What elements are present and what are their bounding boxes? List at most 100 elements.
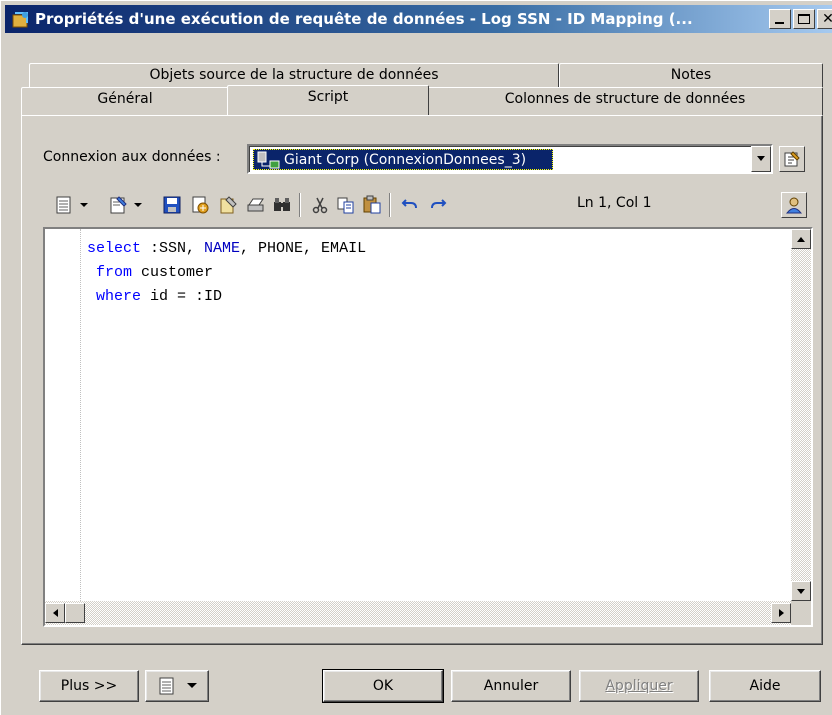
horizontal-scrollbar[interactable] — [45, 601, 791, 625]
connection-select[interactable]: Giant Corp (ConnexionDonnees_3) — [247, 144, 773, 174]
close-button[interactable]: ✕ — [817, 9, 832, 29]
import-icon — [192, 196, 209, 214]
dropdown-arrow-icon — [187, 683, 197, 688]
script-editor[interactable]: select :SSN, NAME, PHONE, EMAIL from cus… — [43, 227, 813, 627]
code-keyword: NAME — [204, 240, 241, 257]
app-icon — [12, 12, 28, 28]
properties-icon — [784, 151, 800, 167]
find-button[interactable] — [269, 192, 295, 218]
code-line[interactable]: from customer — [87, 261, 366, 285]
edit-menu-icon — [159, 677, 174, 695]
print-icon — [247, 198, 264, 212]
code-token: , PHONE, EMAIL — [240, 240, 367, 257]
help-label: Aide — [749, 678, 781, 694]
find-icon — [274, 198, 290, 211]
edit-properties-dropdown[interactable] — [131, 192, 145, 218]
scroll-right-button[interactable] — [771, 603, 791, 623]
tab-objets-source[interactable]: Objets source de la structure de données — [29, 63, 559, 87]
close-icon: ✕ — [822, 11, 832, 27]
arrow-up-icon — [797, 236, 805, 242]
connection-value: Giant Corp (ConnexionDonnees_3) — [284, 152, 527, 168]
dropdown-arrow-icon — [134, 202, 142, 207]
cancel-button[interactable]: Annuler — [451, 670, 571, 702]
scrollbar-corner — [791, 601, 811, 625]
copy-icon — [337, 197, 354, 214]
maximize-icon — [798, 14, 810, 24]
paste-icon — [363, 195, 381, 214]
tab-colonnes[interactable]: Colonnes de structure de données — [427, 87, 823, 115]
cancel-label: Annuler — [483, 678, 539, 694]
paste-button[interactable] — [359, 192, 385, 218]
scroll-left-button[interactable] — [45, 603, 65, 623]
save-button[interactable] — [159, 192, 185, 218]
ok-button[interactable]: OK — [322, 669, 444, 703]
edit-menu-dropdown[interactable] — [77, 192, 91, 218]
code-keyword: from — [96, 264, 133, 281]
undo-icon — [401, 199, 417, 209]
redo-button[interactable] — [425, 192, 451, 218]
connection-dropdown-button[interactable] — [751, 146, 771, 172]
code-keyword: select — [87, 240, 142, 257]
import-button[interactable] — [187, 192, 213, 218]
vertical-scrollbar[interactable] — [791, 229, 811, 601]
print-button[interactable] — [243, 192, 269, 218]
tab-label: Objets source de la structure de données — [149, 67, 439, 83]
maximize-button[interactable] — [793, 9, 815, 29]
window-title: Propriétés d'une exécution de requête de… — [35, 10, 693, 28]
copy-button[interactable] — [333, 192, 359, 218]
user-button[interactable] — [781, 192, 807, 218]
more-button[interactable]: Plus >> — [39, 670, 139, 702]
edit-properties-icon — [110, 196, 127, 214]
title-bar[interactable]: Propriétés d'une exécution de requête de… — [5, 5, 832, 33]
user-icon — [785, 197, 803, 214]
arrow-left-icon — [52, 609, 58, 617]
edit-properties-button[interactable] — [105, 192, 131, 218]
cut-icon — [312, 197, 328, 214]
properties-dialog: Propriétés d'une exécution de requête de… — [0, 0, 832, 715]
cut-button[interactable] — [307, 192, 333, 218]
connection-label: Connexion aux données : — [43, 149, 221, 165]
save-icon — [163, 196, 181, 214]
edit-menu-footer-button[interactable] — [145, 670, 209, 702]
chevron-down-icon — [757, 156, 765, 161]
tab-label: Général — [97, 91, 153, 107]
connection-properties-button[interactable] — [779, 146, 805, 172]
tab-label: Colonnes de structure de données — [504, 91, 746, 107]
code-token: customer — [132, 264, 214, 281]
code-keyword: where — [96, 288, 142, 305]
code-line[interactable]: select :SSN, NAME, PHONE, EMAIL — [87, 237, 366, 261]
apply-button[interactable]: Appliquer — [579, 670, 699, 702]
tab-label: Notes — [670, 67, 712, 83]
undo-button[interactable] — [397, 192, 423, 218]
more-label: Plus >> — [60, 678, 118, 694]
redo-icon — [431, 199, 447, 209]
minimize-icon — [775, 22, 784, 24]
apply-label: Appliquer — [605, 678, 673, 694]
toolbar-separator — [299, 193, 301, 217]
scroll-up-button[interactable] — [791, 229, 811, 249]
edit-menu-button[interactable] — [51, 192, 77, 218]
cursor-position: Ln 1, Col 1 — [577, 195, 652, 211]
scroll-down-button[interactable] — [791, 581, 811, 601]
tab-label: Script — [307, 89, 349, 105]
help-button[interactable]: Aide — [709, 670, 821, 702]
code-token: id = :ID — [141, 288, 223, 305]
connection-selected: Giant Corp (ConnexionDonnees_3) — [253, 149, 553, 170]
tab-notes[interactable]: Notes — [559, 63, 823, 87]
code-line[interactable]: where id = :ID — [87, 285, 366, 309]
edit-script-button[interactable] — [215, 192, 241, 218]
database-connection-icon — [257, 151, 280, 169]
edit-menu-icon — [56, 196, 71, 214]
dropdown-arrow-icon — [80, 202, 88, 207]
script-code[interactable]: select :SSN, NAME, PHONE, EMAIL from cus… — [87, 237, 366, 309]
arrow-down-icon — [797, 588, 805, 594]
line-gutter — [45, 229, 81, 601]
minimize-button[interactable] — [769, 9, 791, 29]
connection-label-text: Connexion aux données : — [43, 149, 221, 165]
tab-general[interactable]: Général — [21, 87, 229, 115]
arrow-right-icon — [778, 609, 784, 617]
scroll-thumb[interactable] — [65, 603, 85, 623]
edit-script-icon — [220, 196, 237, 214]
tab-script[interactable]: Script — [227, 85, 429, 115]
toolbar-separator — [389, 193, 391, 217]
